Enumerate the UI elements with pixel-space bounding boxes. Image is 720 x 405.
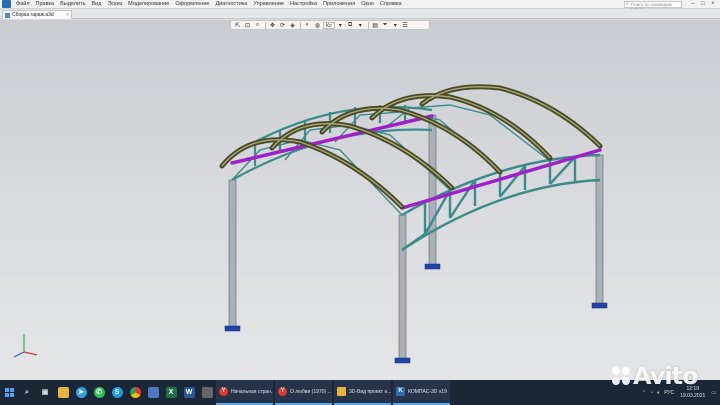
close-tab-icon[interactable]: × <box>66 12 69 18</box>
taskbar-app-browser-2[interactable]: Y О любви (1970) ... <box>275 380 332 405</box>
task-view-icon[interactable]: ▣ <box>36 380 54 405</box>
skype-icon[interactable]: S <box>108 380 126 405</box>
windows-logo-icon <box>4 388 14 397</box>
language-indicator[interactable]: РУС <box>664 390 674 396</box>
menu-window[interactable]: Окно <box>358 1 377 7</box>
menu-help[interactable]: Справка <box>377 1 405 7</box>
command-search-input[interactable]: ⌕ Поиск по командам (Alt+/) <box>624 1 682 12</box>
watermark-text: Avito <box>633 362 699 390</box>
roof-arches-inner <box>221 86 601 208</box>
menu-control[interactable]: Управление <box>250 1 287 7</box>
chevron-up-icon[interactable]: ⌃ <box>642 390 646 396</box>
carport-model[interactable] <box>0 20 720 380</box>
assembly-icon <box>5 12 10 18</box>
close-button[interactable]: × <box>708 0 718 8</box>
yandex-icon: Y <box>219 387 228 396</box>
base-plates <box>224 263 608 364</box>
avito-watermark: Avito <box>612 362 699 390</box>
3d-viewport[interactable]: ⇱ ⊡ ⌕ ✥ ⟳ ◈ ◐ ◍ Ко ▾ ⧉ ▾ ▤ ⏷ ▾ ☰ <box>0 20 720 380</box>
menu-settings[interactable]: Настройка <box>287 1 320 7</box>
volume-icon[interactable]: 🔈︎ <box>657 390 660 396</box>
taskbar-app-browser-1[interactable]: Y Начальная стран... <box>216 380 273 405</box>
menu-bar: Файл Правка Выделить Вид Эскиз Моделиров… <box>0 0 720 12</box>
app-icon[interactable] <box>198 380 216 405</box>
menu-file[interactable]: Файл <box>13 1 33 7</box>
menu-sketch[interactable]: Эскиз <box>104 1 125 7</box>
telegram-icon[interactable]: ➤ <box>72 380 90 405</box>
folder-icon <box>337 387 346 396</box>
search-icon: ⌕ <box>626 1 629 7</box>
start-button[interactable] <box>0 380 18 405</box>
whatsapp-icon[interactable]: ✆ <box>90 380 108 405</box>
axis-triad-icon <box>13 334 38 358</box>
menu-design[interactable]: Оформление <box>172 1 212 7</box>
yandex-icon: Y <box>278 387 287 396</box>
network-icon[interactable]: ◔ <box>650 390 653 396</box>
menu-applications[interactable]: Приложения <box>320 1 358 7</box>
search-icon[interactable]: ⌕ <box>18 380 36 405</box>
taskbar-app-folder[interactable]: 3D-Вид проект н... <box>334 380 391 405</box>
chrome-icon[interactable] <box>126 380 144 405</box>
excel-icon[interactable]: X <box>162 380 180 405</box>
menu-modeling[interactable]: Моделирование <box>125 1 172 7</box>
window-controls: – □ × <box>688 0 718 8</box>
notifications-icon[interactable]: ▭ <box>711 390 716 396</box>
menu-select[interactable]: Выделить <box>57 1 88 7</box>
tab-label: Сборка гараж.a3d <box>12 12 54 18</box>
taskbar-app-kompas[interactable]: K КОМПАС-3D v19 <box>393 380 450 405</box>
folder-icon[interactable] <box>54 380 72 405</box>
menu-view[interactable]: Вид <box>89 1 105 7</box>
kompas-icon: K <box>396 387 405 396</box>
clock-date: 19.03.2021 <box>680 392 706 399</box>
tab-assembly[interactable]: Сборка гараж.a3d × <box>2 10 72 19</box>
minimize-button[interactable]: – <box>688 0 698 8</box>
document-tab-bar: Сборка гараж.a3d × <box>0 9 720 19</box>
kompas-logo-icon <box>2 0 11 8</box>
menu-edit[interactable]: Правка <box>33 1 58 7</box>
menu-diagnostics[interactable]: Диагностика <box>212 1 250 7</box>
avito-logo-icon <box>612 367 630 385</box>
maximize-button[interactable]: □ <box>698 0 708 8</box>
app-icon[interactable] <box>144 380 162 405</box>
word-icon[interactable]: W <box>180 380 198 405</box>
